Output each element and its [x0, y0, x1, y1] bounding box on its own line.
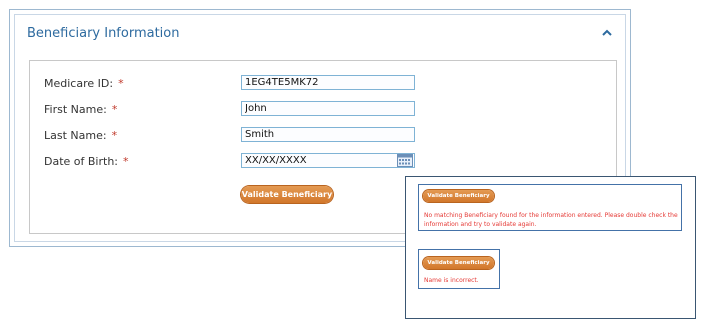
required-mark: * [111, 129, 118, 142]
section-title: Beneficiary Information [27, 26, 180, 41]
validate-beneficiary-button[interactable]: Validate Beneficiary [241, 186, 333, 203]
last-name-row: Last Name: * [44, 127, 604, 145]
dob-row: Date of Birth: * [44, 153, 604, 171]
last-name-input[interactable] [241, 127, 415, 142]
required-mark: * [118, 77, 124, 90]
first-name-input[interactable] [241, 101, 415, 116]
no-match-error-box: Validate Beneficiary No matching Benefic… [418, 184, 682, 231]
validation-errors-callout: Validate Beneficiary No matching Benefic… [405, 176, 696, 319]
dob-label: Date of Birth: * [44, 155, 129, 168]
dob-input[interactable] [241, 153, 415, 168]
first-name-row: First Name: * [44, 101, 604, 119]
calendar-icon[interactable] [397, 154, 413, 167]
medicare-id-row: Medicare ID: * [44, 75, 604, 93]
validate-beneficiary-button[interactable]: Validate Beneficiary [423, 190, 494, 202]
chevron-up-icon[interactable] [601, 28, 613, 38]
first-name-label: First Name: * [44, 103, 118, 116]
last-name-label: Last Name: * [44, 129, 118, 142]
no-match-error-text: No matching Beneficiary found for the in… [424, 212, 678, 228]
validate-beneficiary-button[interactable]: Validate Beneficiary [423, 257, 494, 269]
name-incorrect-error-text: Name is incorrect. [424, 277, 479, 284]
name-error-box: Validate Beneficiary Name is incorrect. [418, 249, 500, 289]
medicare-id-input[interactable] [241, 75, 415, 90]
required-mark: * [111, 103, 118, 116]
required-mark: * [123, 155, 129, 168]
panel-header[interactable]: Beneficiary Information [15, 15, 625, 51]
medicare-id-label: Medicare ID: * [44, 77, 124, 90]
